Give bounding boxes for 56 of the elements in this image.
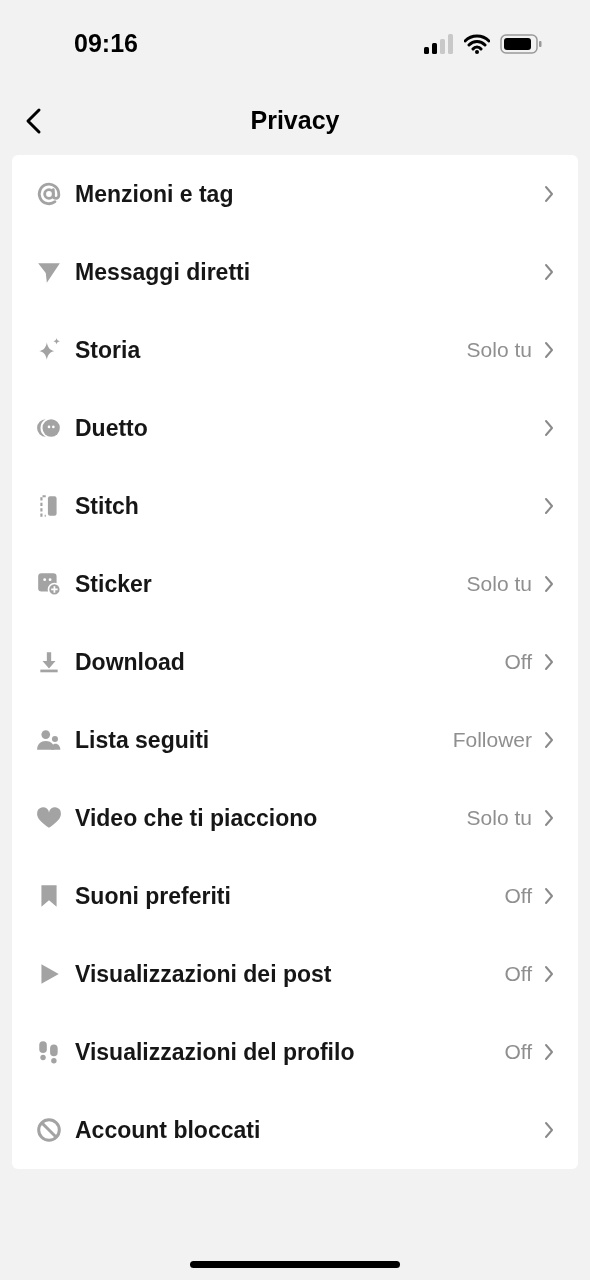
settings-row[interactable]: Download Off [12,623,578,701]
row-value: Off [504,883,532,910]
settings-row[interactable]: Duetto [12,389,578,467]
settings-row[interactable]: Visualizzazioni del profilo Off [12,1013,578,1091]
row-value: Solo tu [466,337,532,364]
chevron-right-icon [544,1043,554,1061]
wifi-icon [464,34,490,54]
status-time: 09:16 [74,28,138,60]
row-value: Off [504,1039,532,1066]
chevron-right-icon [544,263,554,281]
chevron-right-icon [544,185,554,203]
row-label: Visualizzazioni dei post [75,959,333,989]
row-label: Stitch [75,491,140,521]
settings-row[interactable]: Lista seguiti Follower [12,701,578,779]
row-value: Off [504,961,532,988]
chevron-right-icon [544,419,554,437]
settings-row[interactable]: Messaggi diretti [12,233,578,311]
chevron-right-icon [544,575,554,593]
row-label: Menzioni e tag [75,179,235,209]
chevron-right-icon [544,497,554,515]
row-label: Video che ti piacciono [75,803,319,833]
row-label: Suoni preferiti [75,881,232,911]
signal-icon [424,34,454,54]
row-value: Follower [452,727,532,754]
row-value: Solo tu [466,571,532,598]
row-label: Download [75,647,186,677]
people-icon [36,727,62,753]
row-label: Messaggi diretti [75,257,252,287]
row-label: Account bloccati [75,1115,262,1145]
settings-row[interactable]: Menzioni e tag [12,155,578,233]
chevron-right-icon [544,341,554,359]
settings-row[interactable]: Stitch [12,467,578,545]
row-value: Off [504,649,532,676]
settings-row[interactable]: Storia Solo tu [12,311,578,389]
chevron-right-icon [544,731,554,749]
chevron-right-icon [544,1121,554,1139]
settings-row[interactable]: Sticker Solo tu [12,545,578,623]
chevron-right-icon [544,653,554,671]
row-label: Lista seguiti [75,725,211,755]
row-label: Duetto [75,413,149,443]
settings-row[interactable]: Video che ti piacciono Solo tu [12,779,578,857]
chevron-right-icon [544,965,554,983]
settings-row[interactable]: Suoni preferiti Off [12,857,578,935]
row-value: Solo tu [466,805,532,832]
block-icon [36,1117,62,1143]
settings-row[interactable]: Visualizzazioni dei post Off [12,935,578,1013]
row-label: Visualizzazioni del profilo [75,1037,356,1067]
chevron-right-icon [544,887,554,905]
sticker-icon [36,571,62,597]
settings-row[interactable]: Account bloccati [12,1091,578,1169]
chevron-right-icon [544,809,554,827]
at-sign-icon [36,181,62,207]
row-label: Sticker [75,569,153,599]
page-title: Privacy [250,105,340,137]
row-label: Storia [75,335,142,365]
battery-icon [500,34,542,54]
